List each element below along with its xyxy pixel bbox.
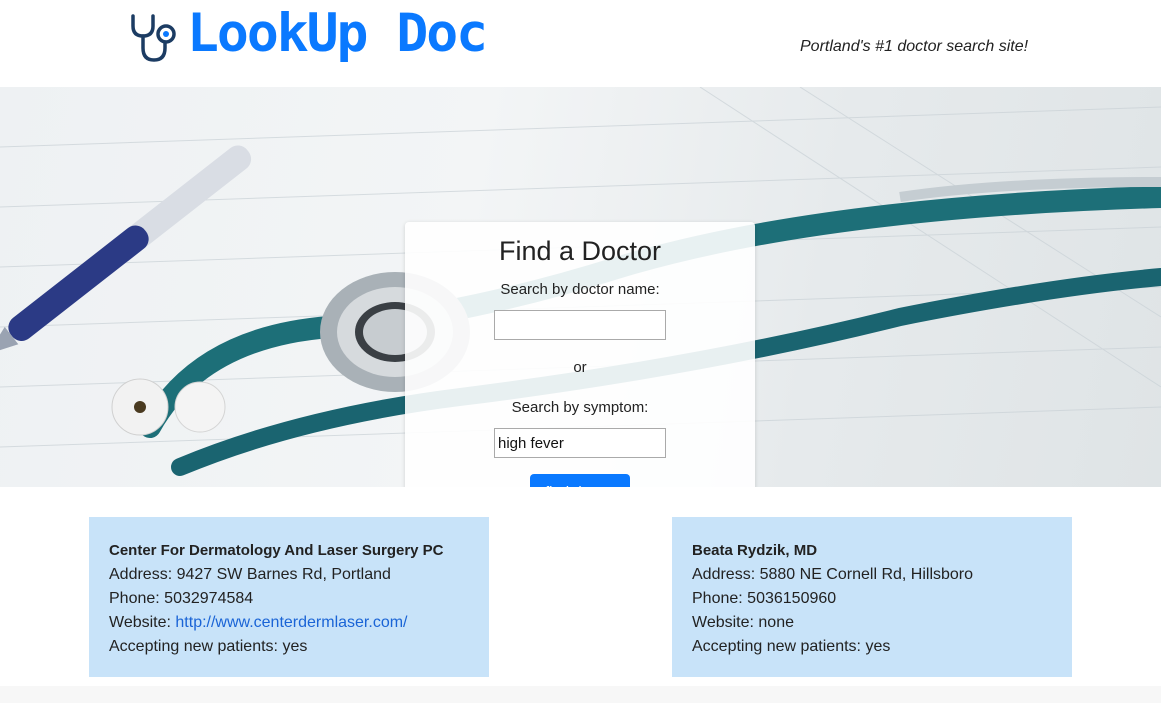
address-label: Address: [109, 566, 173, 583]
website-value: none [758, 614, 794, 631]
phone-label: Phone: [109, 590, 160, 607]
address-line: Address: 5880 NE Cornell Rd, Hillsboro [692, 563, 1052, 587]
hero-banner: Find a Doctor Search by doctor name: or … [0, 87, 1161, 487]
tagline: Portland's #1 doctor search site! [800, 38, 1029, 55]
find-doctor-button[interactable]: find doctor [530, 474, 630, 487]
symptom-label: Search by symptom: [511, 399, 649, 416]
accepting-value: yes [865, 638, 891, 655]
doctor-name-label: Search by doctor name: [500, 281, 660, 298]
doctor-name-input[interactable] [494, 310, 666, 340]
phone-value: 5032974584 [164, 590, 254, 607]
accepting-label: Accepting new patients: [692, 638, 861, 655]
address-value: 5880 NE Cornell Rd, Hillsboro [759, 566, 974, 583]
page-footer-band [0, 686, 1161, 703]
phone-label: Phone: [692, 590, 743, 607]
website-line: Website: http://www.centerdermlaser.com/ [109, 611, 469, 635]
result-card: Beata Rydzik, MD Address: 5880 NE Cornel… [672, 517, 1072, 677]
search-title: Find a Doctor [498, 236, 662, 266]
accepting-line: Accepting new patients: yes [109, 635, 469, 659]
phone-line: Phone: 5032974584 [109, 587, 469, 611]
search-card: Find a Doctor Search by doctor name: or … [405, 222, 755, 487]
website-label: Website: [109, 614, 171, 631]
address-line: Address: 9427 SW Barnes Rd, Portland [109, 563, 469, 587]
phone-value: 5036150960 [747, 590, 837, 607]
website-label: Website: [692, 614, 754, 631]
stethoscope-icon [131, 14, 176, 62]
or-separator: or [573, 359, 587, 376]
result-card: Center For Dermatology And Laser Surgery… [89, 517, 489, 677]
logo-text[interactable]: LookUp Doc [187, 2, 488, 66]
website-link[interactable]: http://www.centerdermlaser.com/ [175, 614, 407, 631]
address-value: 9427 SW Barnes Rd, Portland [176, 566, 391, 583]
website-line: Website: none [692, 611, 1052, 635]
site-header: LookUp Doc Portland's #1 doctor search s… [0, 0, 1161, 87]
phone-line: Phone: 5036150960 [692, 587, 1052, 611]
accepting-value: yes [282, 638, 308, 655]
symptom-input[interactable] [494, 428, 666, 458]
address-label: Address: [692, 566, 756, 583]
accepting-line: Accepting new patients: yes [692, 635, 1052, 659]
doctor-name: Center For Dermatology And Laser Surgery… [109, 542, 444, 559]
accepting-label: Accepting new patients: [109, 638, 278, 655]
doctor-name: Beata Rydzik, MD [692, 542, 818, 559]
